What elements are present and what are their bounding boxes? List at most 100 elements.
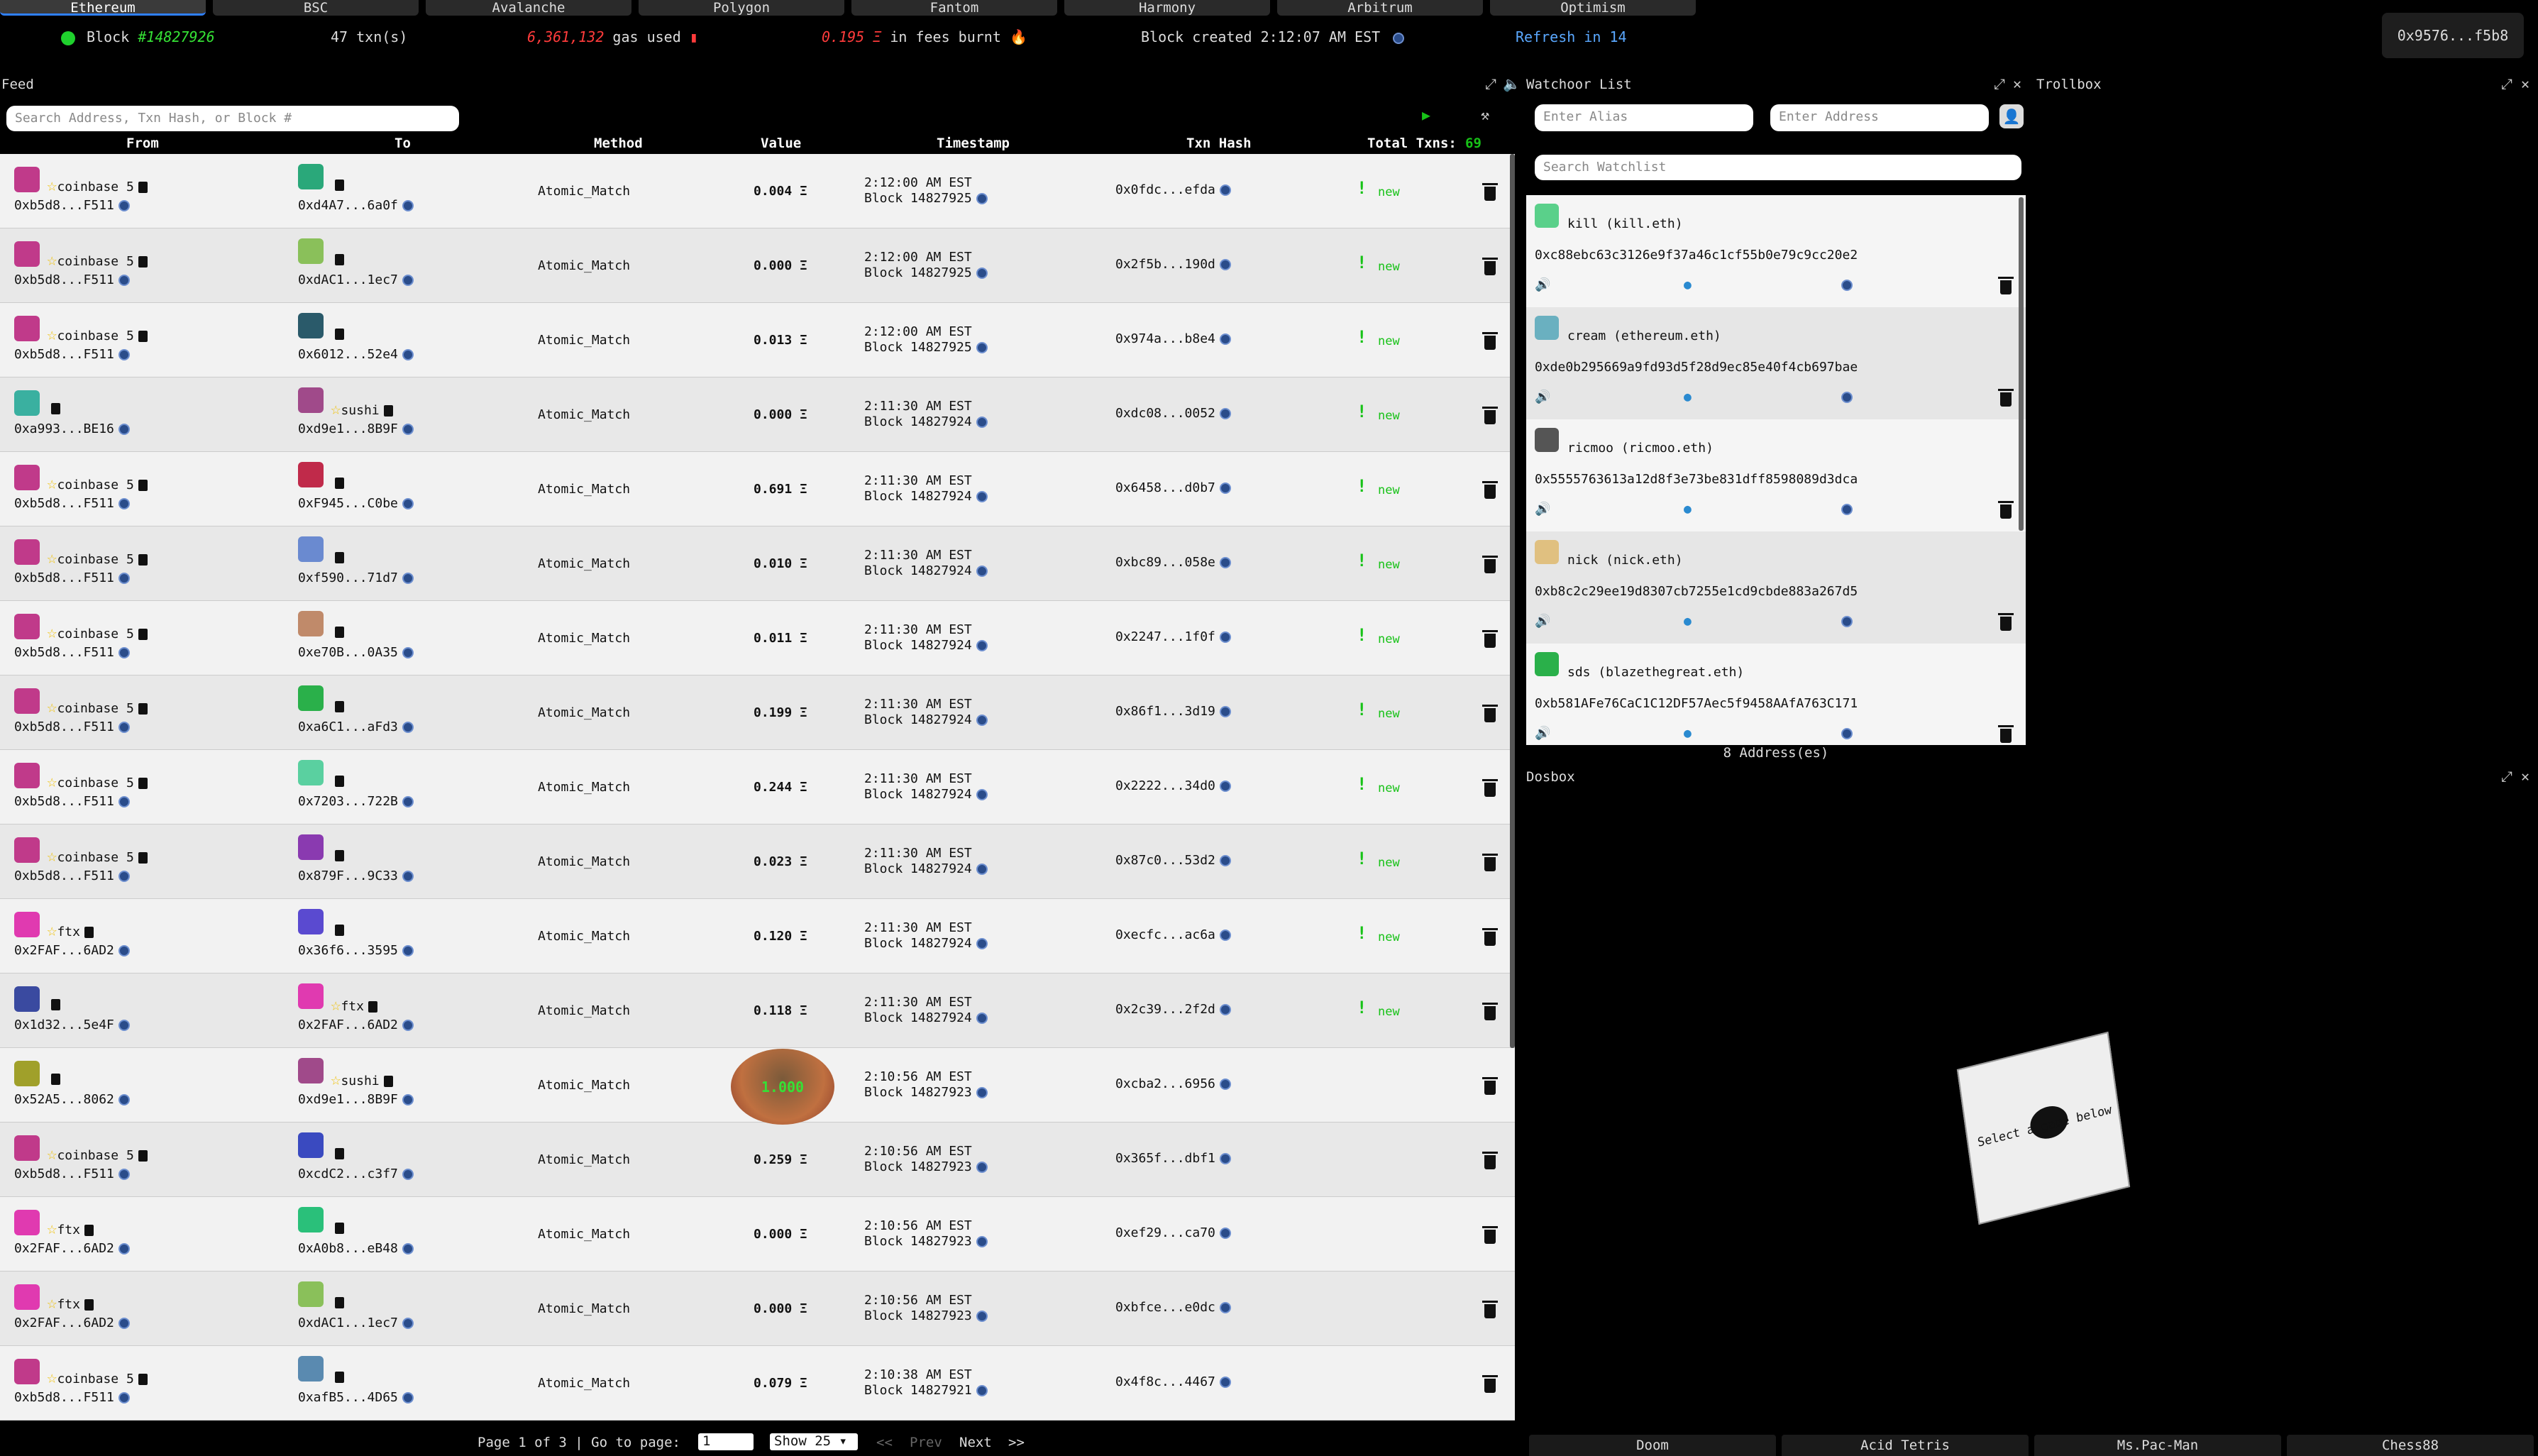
- watchlist-close-icon[interactable]: ✕: [2013, 75, 2021, 92]
- etherscan-icon[interactable]: [118, 200, 130, 211]
- block-ref[interactable]: Block 14827923: [864, 1234, 972, 1249]
- etherscan-icon[interactable]: [1837, 614, 1853, 629]
- etherscan-icon[interactable]: [1219, 557, 1231, 568]
- block-ref[interactable]: Block 14827924: [864, 787, 972, 802]
- from-address[interactable]: 0x2FAF...6AD2: [14, 1241, 114, 1256]
- copy-icon[interactable]: [51, 1074, 60, 1085]
- to-address[interactable]: 0xcdC2...c3f7: [298, 1167, 398, 1181]
- etherscan-icon[interactable]: [976, 1385, 988, 1396]
- to-avatar[interactable]: [298, 462, 324, 487]
- star-icon[interactable]: ☆: [331, 995, 341, 1015]
- etherscan-icon[interactable]: [118, 1318, 130, 1329]
- copy-icon[interactable]: [138, 256, 148, 268]
- etherscan-icon[interactable]: [1837, 277, 1853, 292]
- star-icon[interactable]: ☆: [47, 1367, 57, 1387]
- etherscan-icon[interactable]: [402, 498, 414, 509]
- txn-hash[interactable]: 0x6458...d0b7: [1115, 480, 1215, 495]
- feed-expand-icon[interactable]: ⤢: [1485, 75, 1496, 92]
- trash-icon[interactable]: [1998, 501, 2014, 519]
- from-label[interactable]: coinbase 5: [57, 1372, 133, 1386]
- to-address[interactable]: 0x7203...722B: [298, 794, 398, 809]
- watchlist-search-input[interactable]: Search Watchlist: [1535, 155, 2021, 180]
- trash-icon[interactable]: [1998, 725, 2014, 743]
- etherscan-icon[interactable]: [118, 573, 130, 584]
- copy-icon[interactable]: [383, 1076, 393, 1087]
- next-page-button[interactable]: Next: [959, 1435, 992, 1450]
- wallet-address-button[interactable]: 0x9576...f5b8: [2382, 13, 2524, 58]
- etherscan-icon[interactable]: [118, 945, 130, 956]
- etherscan-icon[interactable]: [118, 1243, 130, 1254]
- sound-icon[interactable]: 🔊: [1535, 502, 1550, 517]
- chain-tab-avalanche[interactable]: Avalanche: [426, 0, 631, 16]
- from-address[interactable]: 0xb5d8...F511: [14, 347, 114, 362]
- etherscan-icon[interactable]: [1837, 726, 1853, 741]
- etherscan-icon[interactable]: [402, 1243, 414, 1254]
- watchlist-scrollbar[interactable]: [2019, 197, 2024, 531]
- dosbox-expand-icon[interactable]: ⤢: [2501, 768, 2512, 785]
- copy-icon[interactable]: [335, 329, 344, 340]
- from-avatar[interactable]: [14, 465, 40, 490]
- chain-tab-harmony[interactable]: Harmony: [1064, 0, 1270, 16]
- etherscan-icon[interactable]: [976, 715, 988, 726]
- etherscan-icon[interactable]: [402, 722, 414, 733]
- block-ref[interactable]: Block 14827924: [864, 414, 972, 429]
- txn-hash[interactable]: 0x4f8c...4467: [1115, 1374, 1215, 1389]
- sound-icon[interactable]: 🔊: [1535, 277, 1550, 292]
- page-size-select[interactable]: Show 25 ▾: [770, 1433, 858, 1450]
- trash-icon[interactable]: [1998, 389, 2014, 407]
- to-address[interactable]: 0x36f6...3595: [298, 943, 398, 958]
- etherscan-icon[interactable]: [976, 491, 988, 502]
- etherscan-icon[interactable]: [118, 647, 130, 658]
- etherscan-icon[interactable]: [402, 1020, 414, 1031]
- copy-icon[interactable]: [138, 778, 148, 789]
- watch-name[interactable]: sds (blazethegreat.eth): [1567, 665, 1744, 680]
- copy-icon[interactable]: [335, 1223, 344, 1234]
- copy-icon[interactable]: [335, 180, 344, 191]
- sound-icon[interactable]: 🔊: [1535, 726, 1550, 741]
- copy-icon[interactable]: [84, 1299, 94, 1311]
- etherscan-icon[interactable]: [976, 1162, 988, 1173]
- add-user-button[interactable]: 👤: [1999, 104, 2024, 128]
- etherscan-icon[interactable]: [1219, 259, 1231, 270]
- to-address[interactable]: 0x879F...9C33: [298, 868, 398, 883]
- etherscan-icon[interactable]: [1219, 482, 1231, 494]
- from-address[interactable]: 0xb5d8...F511: [14, 272, 114, 287]
- copy-icon[interactable]: [335, 1372, 344, 1383]
- watch-address[interactable]: 0xb581AFe76CaC1C12DF57Aec5f9458AAfA763C1…: [1535, 696, 1858, 711]
- txn-hash[interactable]: 0xcba2...6956: [1115, 1076, 1215, 1091]
- copy-icon[interactable]: [138, 852, 148, 864]
- from-avatar[interactable]: [14, 1135, 40, 1161]
- copy-icon[interactable]: [335, 1297, 344, 1308]
- txn-hash[interactable]: 0x2c39...2f2d: [1115, 1002, 1215, 1017]
- chain-tab-fantom[interactable]: Fantom: [851, 0, 1057, 16]
- from-avatar[interactable]: [14, 1284, 40, 1310]
- star-icon[interactable]: ☆: [47, 1218, 57, 1238]
- from-avatar[interactable]: [14, 614, 40, 639]
- from-label[interactable]: coinbase 5: [57, 254, 133, 269]
- chain-tab-optimism[interactable]: Optimism: [1490, 0, 1696, 16]
- from-label[interactable]: ftx: [57, 925, 80, 939]
- watchlist-item[interactable]: nick (nick.eth) 0xb8c2c29ee19d8307cb7255e…: [1526, 531, 2026, 644]
- copy-icon[interactable]: [138, 629, 148, 640]
- copy-icon[interactable]: [138, 182, 148, 193]
- trash-icon[interactable]: [1482, 630, 1498, 648]
- txn-hash[interactable]: 0x86f1...3d19: [1115, 704, 1215, 719]
- table-row[interactable]: ☆coinbase 5 0xb5d8...F511 0xa6C1...aFd3 Ato…: [0, 675, 1515, 750]
- to-address[interactable]: 0xdAC1...1ec7: [298, 1316, 398, 1330]
- copy-icon[interactable]: [335, 627, 344, 638]
- game-button-0[interactable]: Doom: [1529, 1435, 1776, 1456]
- copy-icon[interactable]: [368, 1001, 377, 1013]
- etherscan-icon[interactable]: [1219, 930, 1231, 941]
- copy-icon[interactable]: [335, 552, 344, 563]
- etherscan-icon[interactable]: [402, 647, 414, 658]
- etherscan-icon[interactable]: [1219, 855, 1231, 866]
- star-icon[interactable]: ☆: [47, 473, 57, 493]
- etherscan-icon[interactable]: [1219, 632, 1231, 643]
- to-address[interactable]: 0xd4A7...6a0f: [298, 198, 398, 213]
- etherscan-icon[interactable]: [976, 417, 988, 428]
- table-row[interactable]: ☆coinbase 5 0xb5d8...F511 0xcdC2...c3f7 Ato…: [0, 1123, 1515, 1197]
- from-avatar[interactable]: [14, 837, 40, 863]
- table-row[interactable]: ☆coinbase 5 0xb5d8...F511 0x879F...9C33 Ato…: [0, 824, 1515, 899]
- etherscan-icon[interactable]: [1837, 502, 1853, 517]
- table-row[interactable]: 0x1d32...5e4F ☆ftx 0x2FAF...6AD2 Atomic_Mat…: [0, 974, 1515, 1048]
